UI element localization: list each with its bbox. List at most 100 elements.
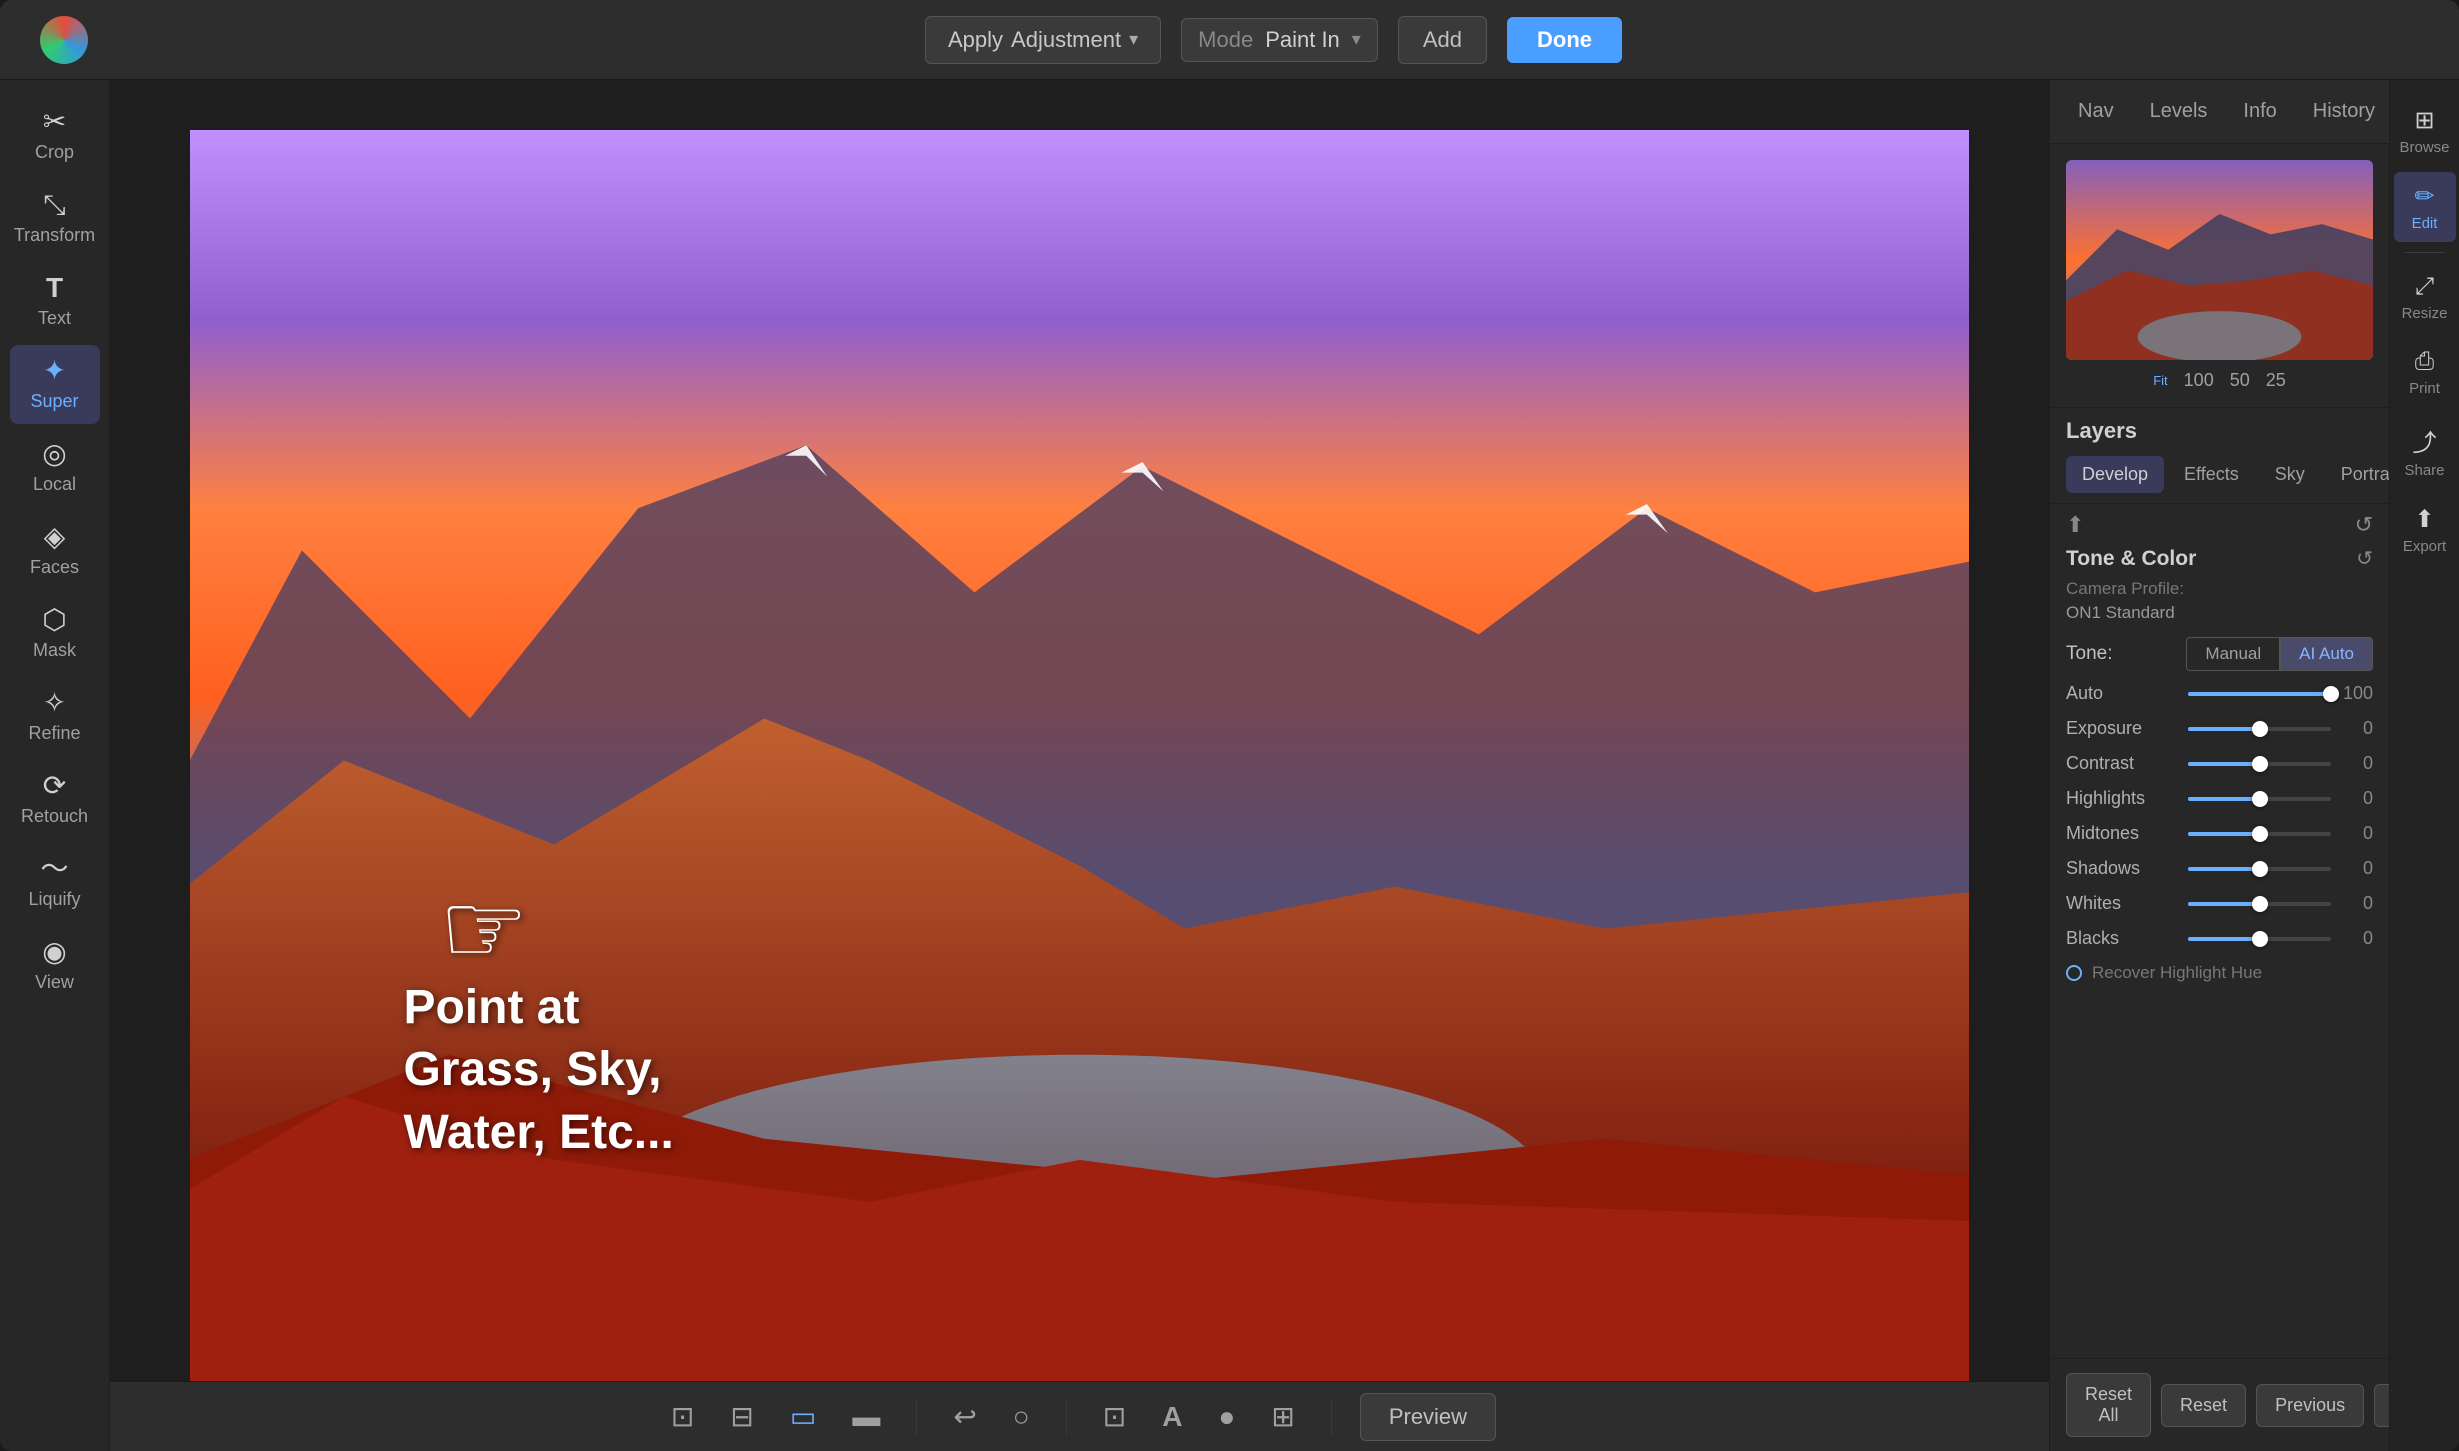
auto-slider[interactable] [2188,692,2331,696]
right-panels: Nav Levels Info History Snapshots [2049,80,2389,1451]
contrast-slider[interactable] [2188,762,2331,766]
tab-effects[interactable]: Effects [2168,456,2255,493]
print-tool[interactable]: ⎙ Print [2394,338,2456,407]
tone-label: Tone: [2066,643,2112,665]
tab-sky[interactable]: Sky [2259,456,2321,493]
zoom-fit[interactable]: Fit [2153,373,2167,388]
tab-develop[interactable]: Develop [2066,456,2164,493]
tool-faces-label: Faces [30,557,79,578]
camera-profile-label: Camera Profile: [2066,579,2373,599]
tool-transform[interactable]: ⤡ Transform [10,179,100,258]
selection-button[interactable]: ⊡ [1095,1392,1134,1441]
tool-liquify[interactable]: 〜 Liquify [10,843,100,922]
browse-tool[interactable]: ⊞ Browse [2394,96,2456,166]
tool-view[interactable]: ◉ View [10,926,100,1005]
exposure-slider[interactable] [2188,727,2331,731]
print-icon: ⎙ [2415,348,2434,376]
retouch-icon: ⟳ [43,772,66,800]
ai-auto-button[interactable]: AI Auto [2280,637,2373,671]
photo-frame: ☞ Point at Grass, Sky, Water, Etc... [190,130,1969,1391]
tool-local[interactable]: ◎ Local [10,428,100,507]
tool-refine-label: Refine [28,723,80,744]
auto-value: 100 [2343,683,2373,704]
refine-icon: ✧ [43,689,66,717]
layers-tabs: Develop Effects Sky Portrait Local [2066,456,2373,493]
highlights-slider[interactable] [2188,797,2331,801]
text-bottom-button[interactable]: A [1154,1393,1190,1441]
whites-slider[interactable] [2188,902,2331,906]
export-tool[interactable]: ⬆ Export [2394,495,2456,565]
tool-faces[interactable]: ◈ Faces [10,511,100,590]
tool-mask[interactable]: ⬡ Mask [10,594,100,673]
tool-text[interactable]: T Text [10,262,100,341]
auto-label: Auto [2066,683,2176,704]
view-compare-button[interactable]: ▬ [844,1393,888,1441]
thumbnail-section: Fit 100 50 25 [2050,144,2389,408]
recover-row: Recover Highlight Hue [2066,963,2373,983]
reset-all-button[interactable]: Reset All [2066,1373,2151,1437]
tab-info[interactable]: Info [2225,90,2294,133]
midtones-label: Midtones [2066,823,2176,844]
browse-label: Browse [2399,139,2449,156]
tool-refine[interactable]: ✧ Refine [10,677,100,756]
separator [916,1399,917,1435]
layers-button[interactable]: ⊞ [1263,1392,1302,1441]
reset-layer-icon[interactable]: ↺ [2355,512,2373,538]
highlights-thumb[interactable] [2252,791,2268,807]
mode-group: Mode Paint In ▾ [1181,18,1378,62]
reset-button[interactable]: Reset [2161,1384,2246,1427]
local-icon: ◎ [42,440,66,468]
cancel-button[interactable]: Cancel [2374,1384,2389,1427]
midtones-value: 0 [2343,823,2373,844]
transform-icon: ⤡ [43,191,65,219]
midtones-row: Midtones 0 [2066,823,2373,844]
whites-thumb[interactable] [2252,896,2268,912]
exposure-thumb[interactable] [2252,721,2268,737]
tab-nav[interactable]: Nav [2060,90,2132,133]
tab-levels[interactable]: Levels [2132,90,2226,133]
export-layer-icon[interactable]: ⬆ [2066,512,2084,538]
circle-tool-button[interactable]: ○ [1005,1393,1038,1441]
text-icon: T [46,274,63,302]
view-single-button[interactable]: ▭ [782,1392,824,1441]
midtones-thumb[interactable] [2252,826,2268,842]
tool-retouch[interactable]: ⟳ Retouch [10,760,100,839]
preview-button[interactable]: Preview [1360,1393,1496,1441]
expand-panel-button[interactable]: ⊡ [663,1392,702,1441]
previous-button[interactable]: Previous [2256,1384,2364,1427]
auto-thumb[interactable] [2323,686,2339,702]
tool-local-label: Local [33,474,76,495]
blacks-thumb[interactable] [2252,931,2268,947]
tool-crop[interactable]: ✂ Crop [10,96,100,175]
highlights-label: Highlights [2066,788,2176,809]
resize-tool[interactable]: ⤢ Resize [2394,263,2456,332]
apply-adjustment-button[interactable]: Apply Adjustment [925,16,1161,64]
shadows-thumb[interactable] [2252,861,2268,877]
manual-button[interactable]: Manual [2186,637,2280,671]
whites-fill [2188,902,2260,906]
zoom-25[interactable]: 25 [2266,370,2286,391]
filmstrip-button[interactable]: ⊟ [722,1392,761,1441]
zoom-50[interactable]: 50 [2230,370,2250,391]
tone-color-reset-button[interactable]: ↺ [2356,546,2373,571]
tab-history[interactable]: History [2295,90,2389,133]
midtones-slider[interactable] [2188,832,2331,836]
tab-portrait[interactable]: Portrait [2325,456,2389,493]
undo-button[interactable]: ↩ [945,1392,984,1441]
contrast-thumb[interactable] [2252,756,2268,772]
share-tool[interactable]: ⤴ Share [2394,413,2456,489]
edit-tool[interactable]: ✏ Edit [2394,172,2456,242]
app-logo [40,16,88,64]
tool-super[interactable]: ✦ Super [10,345,100,424]
contrast-label: Contrast [2066,753,2176,774]
zoom-100[interactable]: 100 [2184,370,2214,391]
recover-label: Recover Highlight Hue [2092,963,2262,983]
recover-toggle[interactable] [2066,965,2082,981]
done-button[interactable]: Done [1507,17,1622,63]
thumbnail-nav: Fit 100 50 25 [2066,370,2373,391]
add-button[interactable]: Add [1398,16,1487,64]
blacks-slider[interactable] [2188,937,2331,941]
blacks-fill [2188,937,2260,941]
shape-button[interactable]: ● [1210,1393,1243,1441]
shadows-slider[interactable] [2188,867,2331,871]
